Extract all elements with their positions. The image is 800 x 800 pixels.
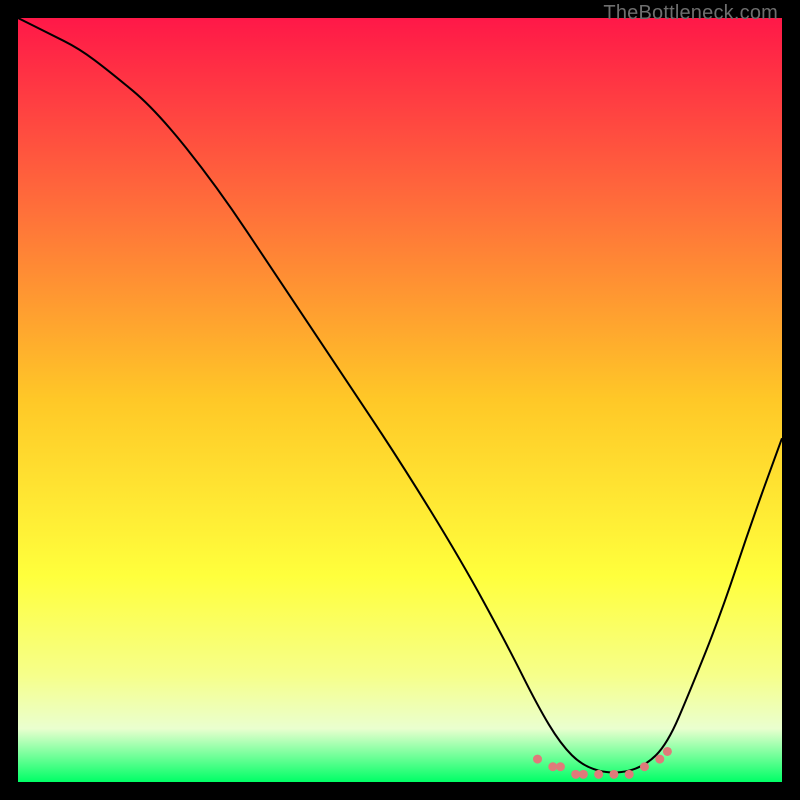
marker-dot [594,770,603,779]
marker-dot [655,755,664,764]
marker-dot [556,762,565,771]
marker-dot [625,770,634,779]
marker-dot [533,755,542,764]
marker-dot [640,762,649,771]
bottleneck-chart [18,18,782,782]
chart-container [18,18,782,782]
marker-dot [579,770,588,779]
chart-background [18,18,782,782]
marker-dot [609,770,618,779]
marker-dot [663,747,672,756]
